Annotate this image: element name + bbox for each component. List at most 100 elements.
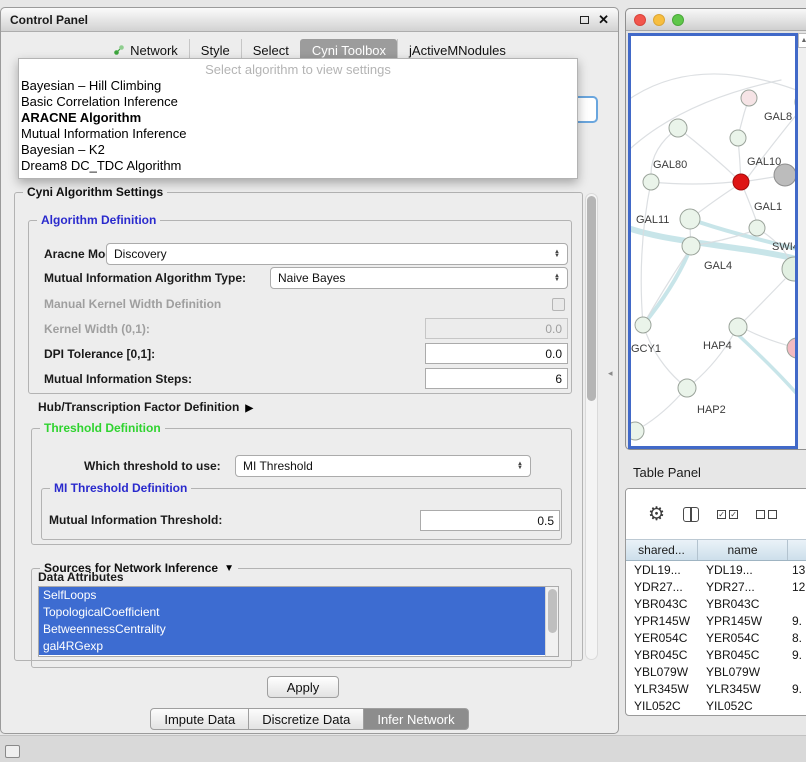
network-node[interactable] bbox=[631, 422, 644, 440]
network-titlebar[interactable] bbox=[626, 9, 806, 31]
scroll-up-icon[interactable]: ▲ bbox=[798, 33, 806, 48]
table-cell: YBR045C bbox=[698, 648, 788, 662]
network-node[interactable] bbox=[680, 209, 700, 229]
minimize-icon[interactable] bbox=[580, 16, 589, 24]
zoom-traffic-light-icon[interactable] bbox=[672, 14, 684, 26]
bottom-tab-discretize-data[interactable]: Discretize Data bbox=[248, 708, 364, 730]
network-node[interactable] bbox=[669, 119, 687, 137]
data-attribute-item[interactable]: TopologicalCoefficient bbox=[39, 604, 545, 621]
panel-scrollbar-thumb[interactable] bbox=[587, 196, 596, 401]
panel-scrollbar[interactable] bbox=[585, 193, 598, 660]
combo-arrows-icon: ▲▼ bbox=[517, 462, 523, 471]
table-toolbar: ⚙ bbox=[626, 489, 806, 539]
data-attribute-item[interactable]: SelfLoops bbox=[39, 587, 545, 604]
network-node[interactable] bbox=[733, 174, 749, 190]
window-title: Control Panel bbox=[10, 13, 88, 27]
algorithm-popup-item[interactable]: Basic Correlation Inference bbox=[19, 94, 577, 110]
network-node-label: GAL4 bbox=[704, 260, 732, 272]
network-node[interactable] bbox=[729, 318, 747, 336]
network-node-label: SWI4 bbox=[772, 241, 795, 253]
table-row[interactable]: YLR345WYLR345W9. bbox=[626, 680, 806, 697]
network-node[interactable] bbox=[787, 338, 795, 358]
algorithm-popup-item[interactable]: Bayesian – K2 bbox=[19, 142, 577, 158]
network-node[interactable] bbox=[678, 379, 696, 397]
table-cell: YBL079W bbox=[626, 665, 698, 679]
close-icon[interactable]: ✕ bbox=[598, 13, 609, 26]
network-edge bbox=[643, 255, 686, 325]
data-attributes-listbox[interactable]: SelfLoopsTopologicalCoefficientBetweenne… bbox=[38, 586, 559, 657]
aracne-mode-select[interactable]: Discovery ▲▼ bbox=[106, 243, 568, 265]
network-node-label: GAL80 bbox=[653, 159, 687, 171]
network-canvas[interactable]: GAL8GAL80GAL10GAL11GAL1SWI4GAL4GCY1HAP4Y… bbox=[628, 33, 798, 449]
close-traffic-light-icon[interactable] bbox=[634, 14, 646, 26]
unchecked-boxes-icon[interactable] bbox=[756, 510, 777, 519]
collapsed-arrow-icon: ▶ bbox=[245, 403, 253, 414]
mi-threshold-field[interactable] bbox=[420, 510, 560, 531]
which-threshold-label: Which threshold to use: bbox=[84, 459, 221, 473]
which-threshold-select[interactable]: MI Threshold ▲▼ bbox=[235, 455, 531, 477]
splitpane-collapse-icon[interactable]: ◂ bbox=[608, 368, 613, 379]
table-row[interactable]: YBR045CYBR045C9. bbox=[626, 646, 806, 663]
network-edge bbox=[651, 182, 733, 184]
mi-steps-label: Mutual Information Steps: bbox=[44, 372, 192, 386]
table-cell: YBL079W bbox=[698, 665, 788, 679]
manual-kernel-checkbox[interactable] bbox=[552, 298, 565, 311]
manual-kernel-label: Manual Kernel Width Definition bbox=[44, 297, 221, 311]
network-svg: GAL8GAL80GAL10GAL11GAL1SWI4GAL4GCY1HAP4Y… bbox=[631, 36, 795, 446]
table-row[interactable]: YPR145WYPR145W9. bbox=[626, 612, 806, 629]
network-icon bbox=[113, 44, 125, 56]
list-scrollbar[interactable] bbox=[545, 587, 558, 656]
table-body: YDL19...YDL19...13YDR27...YDR27...12YBR0… bbox=[626, 561, 806, 714]
table-row[interactable]: YDL19...YDL19...13 bbox=[626, 561, 806, 578]
hub-section-toggle[interactable]: Hub/Transcription Factor Definition ▶ bbox=[38, 400, 253, 414]
network-node-label: GAL8 bbox=[764, 111, 792, 123]
control-panel-titlebar[interactable]: Control Panel ✕ bbox=[1, 8, 618, 32]
mi-steps-field[interactable] bbox=[425, 368, 568, 389]
bottom-tab-impute-data[interactable]: Impute Data bbox=[150, 708, 249, 730]
mi-type-select[interactable]: Naive Bayes ▲▼ bbox=[270, 267, 568, 289]
table-row[interactable]: YDR27...YDR27...12 bbox=[626, 578, 806, 595]
data-attribute-item[interactable]: gal4RGexp bbox=[39, 638, 545, 655]
table-cell: YBR045C bbox=[626, 648, 698, 662]
network-node[interactable] bbox=[730, 130, 746, 146]
minimize-traffic-light-icon[interactable] bbox=[653, 14, 665, 26]
network-window: GAL8GAL80GAL10GAL11GAL1SWI4GAL4GCY1HAP4Y… bbox=[625, 8, 806, 450]
algorithm-popup-placeholder: Select algorithm to view settings bbox=[19, 62, 577, 78]
algorithm-popup-item[interactable]: Mutual Information Inference bbox=[19, 126, 577, 142]
network-node[interactable] bbox=[741, 90, 757, 106]
table-row[interactable]: YBL079WYBL079W bbox=[626, 663, 806, 680]
network-node[interactable] bbox=[635, 317, 651, 333]
bottom-tab-infer-network[interactable]: Infer Network bbox=[363, 708, 468, 730]
mi-threshold-legend: MI Threshold Definition bbox=[50, 481, 191, 495]
network-node[interactable] bbox=[749, 220, 765, 236]
which-threshold-value: MI Threshold bbox=[243, 459, 313, 473]
network-node[interactable] bbox=[682, 237, 700, 255]
kernel-width-field[interactable] bbox=[425, 318, 568, 339]
algorithm-popup-item[interactable]: ARACNE Algorithm bbox=[19, 110, 577, 126]
table-row[interactable]: YIL052CYIL052C bbox=[626, 697, 806, 714]
mi-type-value: Naive Bayes bbox=[278, 271, 345, 285]
network-node[interactable] bbox=[782, 257, 795, 281]
network-scrollbar[interactable]: ▲ bbox=[798, 33, 806, 449]
table-row[interactable]: YER054CYER054C8. bbox=[626, 629, 806, 646]
list-scrollbar-thumb[interactable] bbox=[548, 589, 557, 633]
tab-label: Network bbox=[130, 43, 178, 58]
hub-section-label: Hub/Transcription Factor Definition bbox=[38, 400, 239, 414]
table-column-header[interactable] bbox=[788, 540, 806, 560]
columns-icon[interactable] bbox=[683, 507, 699, 522]
network-node[interactable] bbox=[643, 174, 659, 190]
table-cell: YER054C bbox=[626, 631, 698, 645]
table-cell: YDL19... bbox=[626, 563, 698, 577]
checked-boxes-icon[interactable] bbox=[717, 510, 738, 519]
table-column-header[interactable]: name bbox=[698, 540, 788, 560]
dpi-tolerance-field[interactable] bbox=[425, 343, 568, 364]
algorithm-popup-item[interactable]: Bayesian – Hill Climbing bbox=[19, 78, 577, 94]
table-row[interactable]: YBR043CYBR043C bbox=[626, 595, 806, 612]
apply-button[interactable]: Apply bbox=[267, 676, 339, 698]
panel-dock-icon[interactable] bbox=[5, 745, 20, 758]
algorithm-popup-item[interactable]: Dream8 DC_TDC Algorithm bbox=[19, 158, 577, 174]
gear-icon[interactable]: ⚙ bbox=[648, 505, 665, 524]
data-attribute-item[interactable]: BetweennessCentrality bbox=[39, 621, 545, 638]
network-edge bbox=[631, 74, 795, 98]
table-column-header[interactable]: shared... bbox=[626, 540, 698, 560]
